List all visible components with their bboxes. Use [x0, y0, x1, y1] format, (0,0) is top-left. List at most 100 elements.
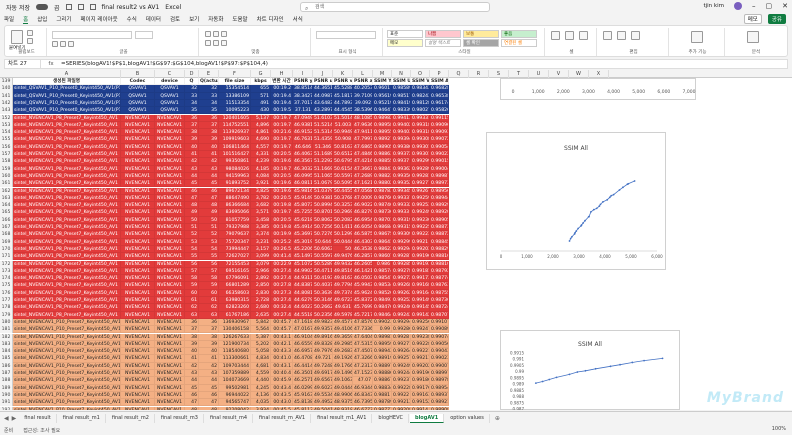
- table-cell[interactable]: 113926937: [219, 129, 251, 137]
- table-cell[interactable]: 2,892: [251, 275, 271, 283]
- column-header[interactable]: M: [373, 70, 392, 78]
- table-cell[interactable]: 41: [199, 355, 219, 363]
- table-cell[interactable]: 51.0379: [313, 187, 333, 195]
- table-cell[interactable]: 0.99004: [430, 165, 449, 173]
- table-cell[interactable]: 0.98908: [430, 406, 449, 410]
- table-cell[interactable]: 46: [199, 391, 219, 400]
- menu-item[interactable]: 파일: [4, 15, 14, 23]
- table-cell[interactable]: 2,830: [251, 289, 271, 297]
- table-cell[interactable]: 4,834: [251, 355, 271, 363]
- table-cell[interactable]: 0.98873: [430, 224, 449, 232]
- table-cell[interactable]: SSIM V: [411, 78, 430, 86]
- column-header[interactable]: F: [219, 70, 251, 78]
- table-cell[interactable]: 0.99362: [392, 165, 411, 173]
- table-cell[interactable]: 5,202: [251, 340, 271, 349]
- table-cell[interactable]: 72155453: [219, 260, 251, 268]
- table-cell[interactable]: 0.98763: [430, 282, 449, 290]
- table-cell[interactable]: 51: [185, 224, 199, 232]
- row-number[interactable]: 139: [0, 78, 13, 86]
- table-cell[interactable]: QSVAV1: [121, 85, 155, 93]
- align-left-icon[interactable]: [205, 40, 211, 46]
- table-cell[interactable]: 00:22.9: [271, 260, 293, 268]
- style-good[interactable]: 좋음: [501, 30, 537, 38]
- table-cell[interactable]: 0.99244: [392, 370, 411, 378]
- table-cell[interactable]: sintel_NVENCAV1_P8_Preset7_Keyint450_AV1: [13, 129, 121, 137]
- table-cell[interactable]: QSVAV1: [121, 99, 155, 108]
- table-cell[interactable]: 46.2605: [353, 260, 373, 268]
- table-cell[interactable]: 0.99301: [411, 151, 430, 159]
- table-cell[interactable]: device: [155, 78, 185, 86]
- table-cell[interactable]: 11513354: [219, 99, 251, 108]
- table-cell[interactable]: NVENCAV1: [121, 216, 155, 224]
- table-cell[interactable]: sintel_NVENCAV1_P8_Preset7_Keyint450_AV1: [13, 304, 121, 312]
- table-cell[interactable]: NVENCAV1: [121, 209, 155, 217]
- table-cell[interactable]: NVENCAV1: [121, 121, 155, 130]
- row-number[interactable]: 188: [0, 377, 13, 385]
- table-cell[interactable]: sintel_NVENCAV1_P8_Preset7_Keyint450_AV1: [13, 267, 121, 276]
- table-cell[interactable]: 0.99285: [392, 260, 411, 268]
- table-cell[interactable]: 50.2969: [333, 209, 353, 217]
- table-cell[interactable]: 46.9344: [353, 384, 373, 392]
- table-cell[interactable]: 46.4303: [353, 238, 373, 246]
- table-cell[interactable]: sintel_NVENCAV1_P8_Preset7_Keyint450_AV1: [13, 260, 121, 268]
- table-cell[interactable]: 15354514: [219, 85, 251, 93]
- row-number[interactable]: 169: [0, 238, 13, 246]
- analyze-data-icon[interactable]: [747, 31, 759, 43]
- row-number[interactable]: 159: [0, 165, 13, 173]
- table-cell[interactable]: 51.5314: [313, 129, 333, 137]
- table-cell[interactable]: sintel_NVENCAV1_P8_Preset7_Keyint450_AV1: [13, 121, 121, 130]
- table-cell[interactable]: 3,571: [251, 209, 271, 217]
- table-cell[interactable]: 38.5396: [353, 107, 373, 115]
- table-cell[interactable]: 0.98823: [373, 172, 392, 181]
- table-cell[interactable]: 4,084: [251, 172, 271, 181]
- table-cell[interactable]: 69516165: [219, 267, 251, 276]
- table-cell[interactable]: 79327988: [219, 224, 251, 232]
- table-cell[interactable]: 0.98872: [430, 231, 449, 239]
- table-cell[interactable]: 51.5014: [333, 114, 353, 122]
- table-cell[interactable]: NVENCAV1: [155, 114, 185, 122]
- table-cell[interactable]: 46.4708: [293, 355, 313, 363]
- table-cell[interactable]: 00:19.6: [271, 158, 293, 166]
- table-cell[interactable]: 49.7374: [333, 289, 353, 297]
- table-cell[interactable]: 66358603: [219, 289, 251, 297]
- table-cell[interactable]: 50: [185, 216, 199, 224]
- sheet-tab[interactable]: final result_m4: [205, 414, 254, 423]
- table-cell[interactable]: 50.5597: [313, 253, 333, 261]
- table-cell[interactable]: 0.99173: [411, 275, 430, 283]
- table-cell[interactable]: 88647490: [219, 194, 251, 203]
- table-cell[interactable]: 0.99249: [392, 362, 411, 370]
- table-cell[interactable]: 00:43.1: [271, 333, 293, 341]
- table-cell[interactable]: NVENCAV1: [155, 384, 185, 392]
- table-cell[interactable]: 0.99299: [392, 238, 411, 246]
- table-cell[interactable]: 0.99299: [411, 158, 430, 166]
- table-cell[interactable]: 0.99237: [392, 377, 411, 385]
- addins-icon[interactable]: [691, 31, 703, 43]
- table-cell[interactable]: 0.94647: [373, 107, 392, 115]
- row-number[interactable]: 153: [0, 121, 13, 130]
- table-cell[interactable]: 46.8279: [353, 209, 373, 217]
- table-cell[interactable]: 0.98419: [392, 99, 411, 108]
- paste-icon[interactable]: [11, 30, 23, 44]
- table-cell[interactable]: 57: [185, 267, 199, 276]
- table-cell[interactable]: 39: [185, 340, 199, 349]
- table-cell[interactable]: 00:19.7: [271, 209, 293, 217]
- column-header[interactable]: I: [293, 70, 313, 78]
- maximize-icon[interactable]: ▢: [766, 2, 773, 10]
- table-cell[interactable]: 136930967: [219, 318, 251, 327]
- table-cell[interactable]: NVENCAV1: [121, 260, 155, 268]
- table-cell[interactable]: 45.3019: [293, 238, 313, 246]
- table-cell[interactable]: NVENCAV1: [155, 245, 185, 254]
- table-cell[interactable]: sintel_NVENCAV1_P8_Preset7_Keyint450_AV1: [13, 202, 121, 210]
- table-cell[interactable]: 0.98919: [373, 355, 392, 363]
- row-number[interactable]: 140: [0, 85, 13, 93]
- table-cell[interactable]: 0.99308: [411, 136, 430, 144]
- table-cell[interactable]: 00:43.1: [271, 362, 293, 370]
- style-explanatory[interactable]: 설명 텍스트: [425, 39, 461, 47]
- table-cell[interactable]: 0.98863: [373, 151, 392, 159]
- row-number[interactable]: 164: [0, 202, 13, 210]
- table-cell[interactable]: 00:19.7: [271, 114, 293, 122]
- row-number[interactable]: 170: [0, 245, 13, 254]
- table-cell[interactable]: NVENCAV1: [155, 136, 185, 144]
- table-cell[interactable]: 0.99: [373, 326, 392, 334]
- table-cell[interactable]: 0.99196: [411, 370, 430, 378]
